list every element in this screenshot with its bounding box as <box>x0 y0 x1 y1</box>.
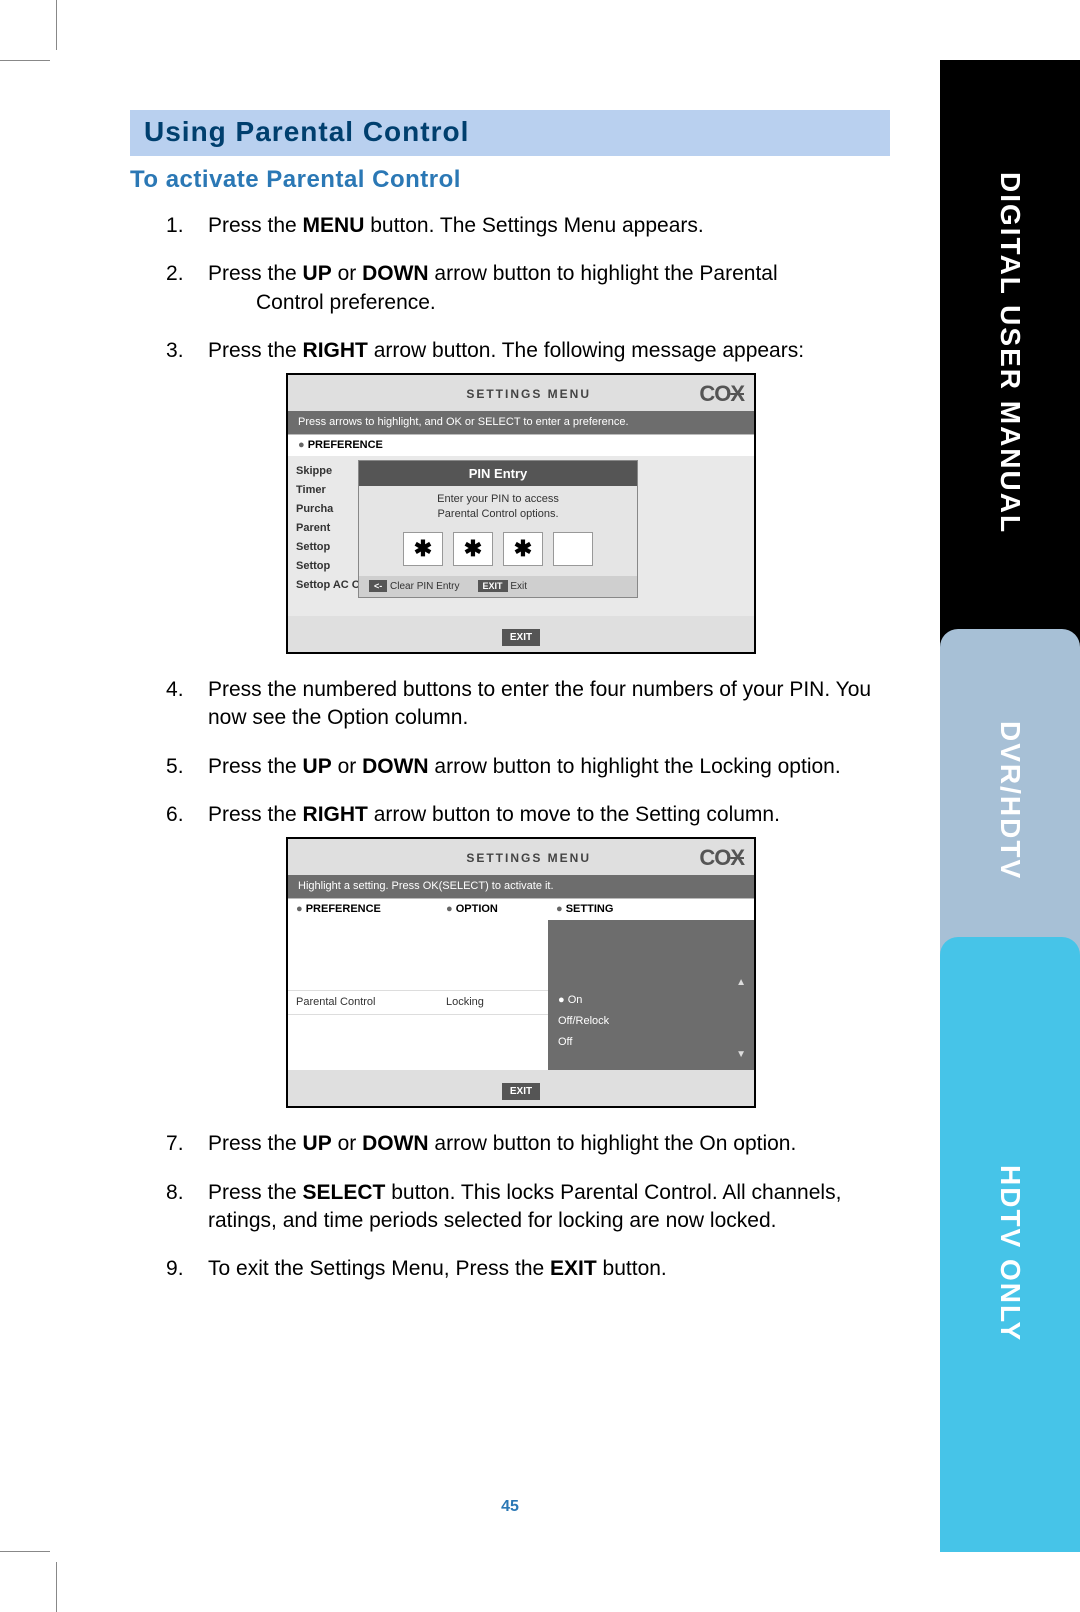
exit-button[interactable]: EXIT <box>502 629 540 647</box>
option-off-relock[interactable]: Off/Relock <box>548 1011 754 1032</box>
step-3: Press the RIGHT arrow button. The follow… <box>130 337 890 654</box>
settings-menu-title: SETTINGS MENU <box>358 386 699 402</box>
preference-header: PREFERENCE <box>288 434 754 456</box>
col-setting: SETTING <box>548 899 754 920</box>
trim-mark <box>56 1562 57 1612</box>
screenshot-pin-entry: SETTINGS MENU COX Press arrows to highli… <box>286 373 756 654</box>
cox-logo: COX <box>699 379 744 409</box>
tab-digital-user-manual: DIGITAL USER MANUAL <box>940 60 1080 647</box>
step-8: Press the SELECT button. This locks Pare… <box>130 1179 890 1236</box>
settings-row: Parental Control Locking <box>288 990 548 1015</box>
subheading: To activate Parental Control <box>130 166 890 194</box>
option-on[interactable]: On <box>548 990 754 1011</box>
pin-entry-title: PIN Entry <box>359 461 637 487</box>
row-preference: Parental Control <box>288 991 438 1014</box>
back-key-icon: <- <box>369 580 387 592</box>
pin-digit-2[interactable]: ✱ <box>453 532 493 566</box>
page-content: Using Parental Control To activate Paren… <box>130 110 890 1304</box>
clear-pin-label: Clear PIN Entry <box>390 581 459 592</box>
col-option: OPTION <box>438 899 548 920</box>
setting-options: ▲ On Off/Relock Off ▼ <box>548 920 754 1070</box>
trim-mark <box>56 0 57 50</box>
tab-dvr-hdtv: DVR/HDTV <box>940 647 1080 955</box>
screenshot-setting-column: SETTINGS MENU COX Highlight a setting. P… <box>286 837 756 1108</box>
pin-entry-message: Enter your PIN to access Parental Contro… <box>359 486 637 526</box>
settings-menu-title: SETTINGS MENU <box>358 850 699 866</box>
exit-button[interactable]: EXIT <box>502 1083 540 1101</box>
step-7: Press the UP or DOWN arrow button to hig… <box>130 1130 890 1158</box>
tab-hdtv-only: HDTV ONLY <box>940 955 1080 1552</box>
step-4: Press the numbered buttons to enter the … <box>130 676 890 733</box>
instruction-bar: Highlight a setting. Press OK(SELECT) to… <box>288 875 754 898</box>
col-preference: PREFERENCE <box>288 899 438 920</box>
trim-mark <box>0 60 50 61</box>
pin-digit-3[interactable]: ✱ <box>503 532 543 566</box>
option-off[interactable]: Off <box>548 1032 754 1053</box>
step-5: Press the UP or DOWN arrow button to hig… <box>130 753 890 781</box>
step-1: Press the MENU button. The Settings Menu… <box>130 212 890 240</box>
scroll-up-icon[interactable]: ▲ <box>736 976 746 990</box>
instruction-bar: Press arrows to highlight, and OK or SEL… <box>288 411 754 434</box>
side-tabs: DIGITAL USER MANUAL DVR/HDTV HDTV ONLY <box>940 60 1080 1552</box>
pin-boxes: ✱ ✱ ✱ <box>359 526 637 576</box>
step-6: Press the RIGHT arrow button to move to … <box>130 801 890 1108</box>
row-option: Locking <box>438 991 492 1014</box>
scroll-down-icon[interactable]: ▼ <box>736 1048 746 1062</box>
column-headers: PREFERENCE OPTION SETTING <box>288 898 754 920</box>
pin-entry-dialog: PIN Entry Enter your PIN to access Paren… <box>358 460 638 599</box>
step-9: To exit the Settings Menu, Press the EXI… <box>130 1255 890 1283</box>
pin-digit-1[interactable]: ✱ <box>403 532 443 566</box>
trim-mark <box>0 1551 50 1552</box>
exit-key-icon: EXIT <box>478 580 508 592</box>
page-number: 45 <box>130 1498 890 1516</box>
pin-digit-4[interactable] <box>553 532 593 566</box>
cox-logo: COX <box>699 843 744 873</box>
step-2: Press the UP or DOWN arrow button to hig… <box>130 260 890 317</box>
exit-label: Exit <box>510 581 527 592</box>
section-banner: Using Parental Control <box>130 110 890 156</box>
